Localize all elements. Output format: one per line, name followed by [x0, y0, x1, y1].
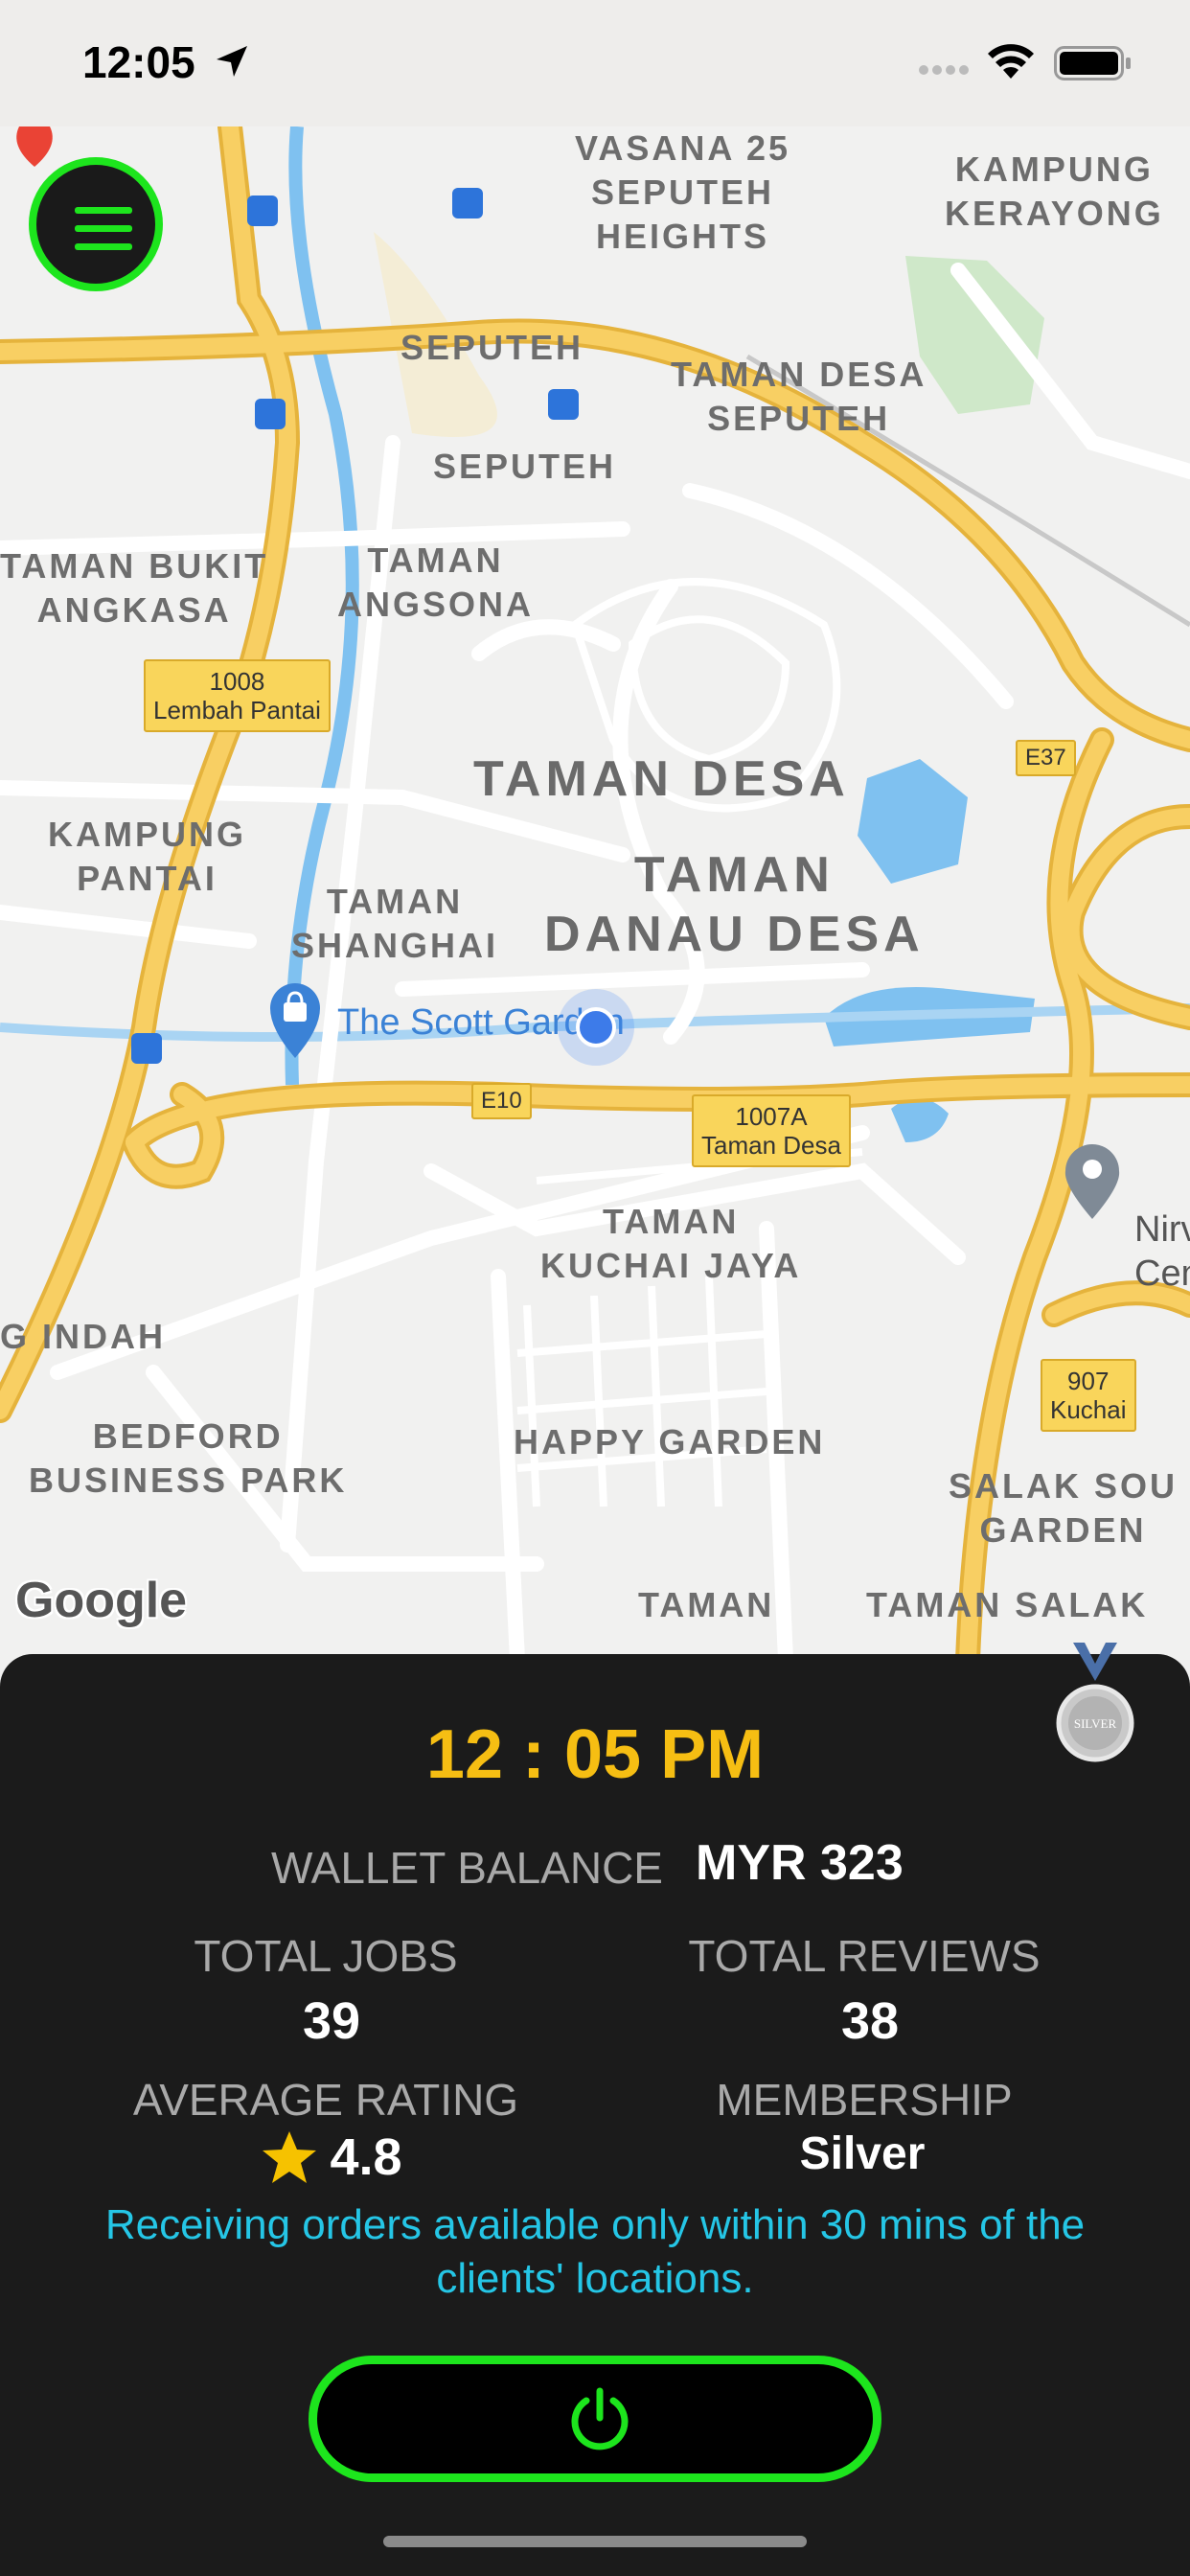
map-label-kampung-kerayong: KAMPUNG KERAYONG: [945, 150, 1164, 233]
go-online-power-button[interactable]: [309, 2356, 881, 2482]
wallet-balance-value: MYR 323: [696, 1835, 904, 1891]
highway-shield-e10: E10: [471, 1083, 532, 1119]
shopping-bag-pin-icon[interactable]: [264, 979, 326, 1060]
map-view[interactable]: VASANA 25 SEPUTEH HEIGHTS KAMPUNG KERAYO…: [0, 126, 1190, 1660]
status-time: 12:05: [82, 37, 195, 87]
map-label-taman-desa-seputeh: TAMAN DESA SEPUTEH: [671, 355, 927, 438]
map-label-seputeh: SEPUTEH: [400, 328, 584, 367]
poi-label-nirv[interactable]: Nirv Cen: [1134, 1208, 1190, 1296]
total-jobs-label: TOTAL JOBS: [194, 1931, 458, 1981]
availability-notice: Receiving orders available only within 3…: [104, 2201, 1086, 2302]
status-bar: 12:05: [0, 0, 1190, 126]
highway-shield-907: 907 Kuchai: [1041, 1359, 1136, 1432]
highway-shield-1008: 1008 Lembah Pantai: [144, 659, 331, 732]
map-label-vasana: VASANA 25 SEPUTEH HEIGHTS: [575, 128, 791, 256]
map-label-bedford: BEDFORD BUSINESS PARK: [29, 1416, 348, 1500]
map-label-taman-salak: TAMAN SALAK: [866, 1585, 1149, 1624]
total-reviews-label: TOTAL REVIEWS: [688, 1931, 1041, 1981]
highway-shield-1007a: 1007A Taman Desa: [692, 1094, 851, 1167]
power-icon: [571, 2387, 629, 2450]
membership-value: Silver: [799, 2128, 926, 2179]
average-rating-label: AVERAGE RATING: [132, 2075, 519, 2125]
map-label-g-indah: G INDAH: [0, 1317, 166, 1356]
battery-icon: [1054, 46, 1131, 80]
highway-shield-e37: E37: [1016, 740, 1076, 776]
map-label-seputeh-2: SEPUTEH: [433, 447, 617, 486]
driver-stats-panel: SILVER 12 : 05 PM WALLET BALANCE MYR 323…: [0, 1643, 1190, 2576]
menu-icon-bar-bottom: [75, 243, 132, 250]
menu-icon-bar-middle: [75, 225, 132, 232]
membership-label: MEMBERSHIP: [716, 2075, 1013, 2125]
current-time: 12 : 05 PM: [425, 1716, 765, 1793]
map-label-taman-kuchai-jaya: TAMAN KUCHAI JAYA: [540, 1202, 802, 1285]
cellular-signal-icon: [919, 65, 969, 75]
map-label-salak-south-garden: SALAK SOU GARDEN: [949, 1466, 1179, 1550]
menu-icon-bar-top: [75, 207, 132, 214]
menu-button[interactable]: [29, 157, 163, 291]
average-rating: 4.8: [63, 2128, 600, 2187]
map-label-taman-bottom: TAMAN: [638, 1585, 775, 1624]
map-label-taman-danau-desa: TAMAN DANAU DESA: [544, 847, 925, 962]
map-label-taman-shanghai: TAMAN SHANGHAI: [291, 882, 499, 965]
map-label-kampung-pantai: KAMPUNG PANTAI: [48, 815, 246, 898]
home-indicator[interactable]: [383, 2536, 807, 2547]
wifi-icon: [988, 44, 1034, 79]
wallet-balance-label: WALLET BALANCE: [270, 1843, 663, 1893]
total-reviews-value: 38: [840, 1992, 900, 2050]
location-arrow-icon: [217, 46, 247, 77]
google-logo: Google: [15, 1573, 188, 1628]
average-rating-value: 4.8: [330, 2128, 402, 2186]
map-label-taman-desa: TAMAN DESA: [473, 751, 850, 807]
map-label-taman-bukit-angkasa: TAMAN BUKIT ANGKASA: [0, 546, 269, 630]
map-label-happy-garden: HAPPY GARDEN: [514, 1422, 826, 1461]
star-icon: [263, 2131, 317, 2183]
current-location-dot: [558, 989, 634, 1066]
map-label-taman-angsona: TAMAN ANGSONA: [337, 540, 535, 624]
total-jobs-value: 39: [302, 1992, 361, 2050]
